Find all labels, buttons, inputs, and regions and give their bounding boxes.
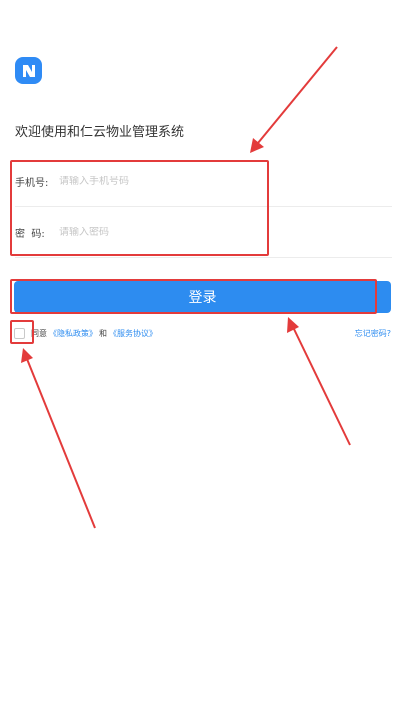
arrow-to-checkbox xyxy=(21,348,96,529)
annotation-arrows xyxy=(21,46,351,529)
arrow-to-form xyxy=(250,46,338,153)
and-text: 和 xyxy=(99,328,107,338)
form-highlight-box xyxy=(10,160,269,256)
service-agreement-link[interactable]: 《服务协议》 xyxy=(109,328,157,339)
login-button-highlight-box xyxy=(10,279,377,314)
app-logo-icon xyxy=(22,64,35,77)
welcome-title: 欢迎使用和仁云物业管理系统 xyxy=(15,125,185,140)
privacy-policy-link[interactable]: 《隐私政策》 xyxy=(49,328,97,339)
app-logo xyxy=(15,57,42,84)
forgot-password-link[interactable]: 忘记密码? xyxy=(355,328,391,339)
checkbox-highlight-box xyxy=(10,320,34,344)
agreement-row: 同意 《隐私政策》 和 《服务协议》 忘记密码? xyxy=(14,323,391,343)
